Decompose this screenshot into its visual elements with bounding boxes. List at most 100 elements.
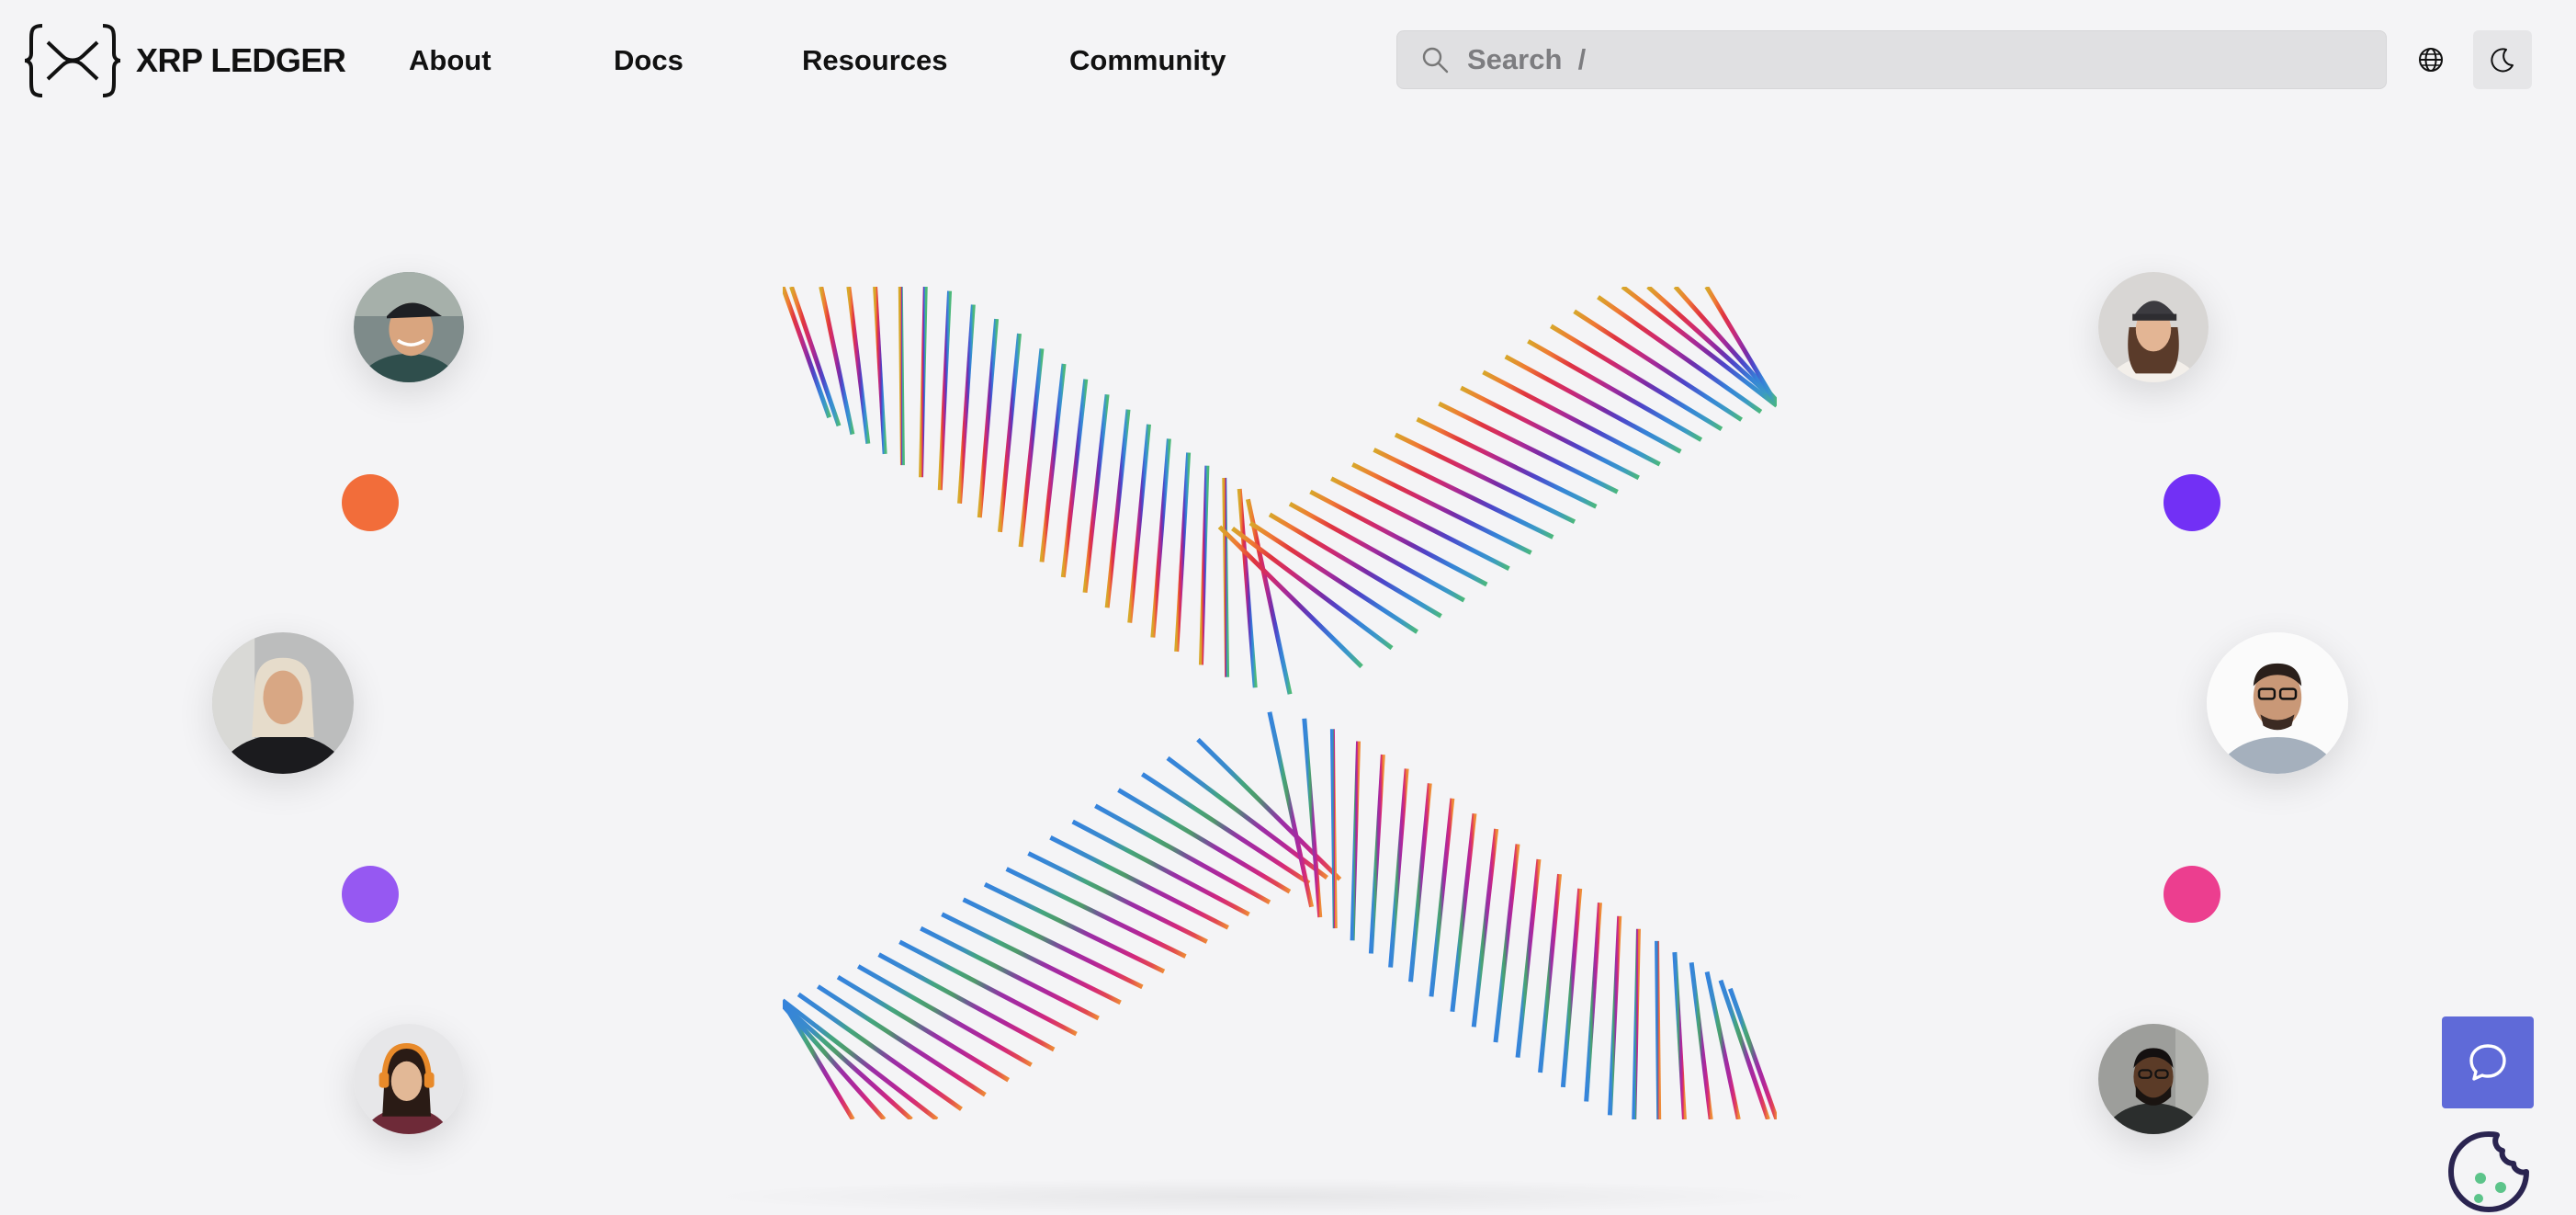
chat-bubble-icon [2469, 1044, 2506, 1081]
content-card-shadow [698, 1178, 1828, 1215]
x-graphic-stripe [1027, 851, 1208, 944]
site-logo[interactable]: XRP LEDGER [24, 22, 346, 99]
x-graphic-stripe [1071, 819, 1250, 917]
x-graphic-stripe [1060, 379, 1089, 578]
top-navigation: XRP LEDGER About Docs Resources Communit… [0, 0, 2576, 121]
x-graphic-stripe [1018, 348, 1045, 548]
globe-icon [2419, 48, 2443, 72]
nav-docs[interactable]: Docs [614, 40, 684, 81]
x-graphic-stripe [817, 984, 987, 1097]
search-icon [1422, 47, 1449, 74]
x-graphic-stripe [1408, 783, 1432, 982]
x-graphic-stripe [789, 287, 842, 427]
x-graphic-stripe [920, 925, 1100, 1021]
x-graphic-stripe [1150, 438, 1171, 638]
x-graphic-stripe [1607, 915, 1622, 1116]
x-graphic-stripe [1450, 813, 1477, 1013]
x-graphic-stripe [977, 318, 1000, 518]
language-button[interactable] [2401, 30, 2460, 89]
x-graphic-stripe [783, 1004, 887, 1119]
avatar-woman-beanie [2098, 272, 2209, 382]
x-graphic-stripe [1248, 521, 1418, 634]
avatar-woman-blonde [212, 632, 354, 774]
x-graphic-stripe [783, 287, 832, 419]
x-graphic-stripe [1373, 448, 1554, 539]
x-graphic-stripe [1368, 754, 1385, 954]
avatar-woman-headphones [354, 1024, 464, 1134]
avatar-man-glasses [2207, 632, 2348, 774]
x-graphic-stripe [997, 333, 1022, 533]
x-graphic-stripe [1094, 803, 1271, 904]
chat-button[interactable] [2442, 1016, 2534, 1108]
x-graphic-stripe [1632, 928, 1641, 1119]
x-graphic-stripe [1460, 385, 1640, 481]
avatar-man-beard [2098, 1024, 2209, 1134]
x-graphic-stripe [1416, 416, 1598, 509]
x-graphic-stripe [1394, 432, 1576, 524]
x-graphic-stripe [1198, 465, 1210, 665]
x-graphic-stripe [1350, 741, 1361, 941]
x-graphic-stripe [1471, 828, 1499, 1028]
x-graphic-stripe [1621, 287, 1777, 408]
nav-about[interactable]: About [409, 40, 491, 81]
nav-community[interactable]: Community [1069, 40, 1226, 81]
x-graphic-stripe [1718, 979, 1770, 1119]
x-graphic-stripe [873, 287, 887, 455]
x-graphic-stripe [1482, 369, 1661, 467]
x-graphic-stripe [1727, 987, 1777, 1119]
x-graphic-stripe [919, 287, 928, 478]
x-graphic-stripe [1527, 339, 1703, 442]
xrpl-bracket-x-icon [24, 24, 121, 97]
search-box[interactable] [1396, 30, 2387, 89]
x-graphic-stripe [1560, 888, 1583, 1088]
x-graphic-stripe [1141, 772, 1311, 885]
nav-resources[interactable]: Resources [802, 40, 948, 81]
theme-toggle-button[interactable] [2473, 30, 2532, 89]
moon-icon [2491, 48, 2514, 73]
x-graphic-stripe [1288, 502, 1465, 603]
x-graphic-stripe [1309, 489, 1488, 587]
decorative-dot-pink [2164, 866, 2220, 923]
x-graphic-stripe [856, 964, 1033, 1067]
x-graphic-stripe [1351, 462, 1532, 555]
x-graphic-stripe [1174, 452, 1192, 653]
x-graphic-stripe [1438, 401, 1619, 494]
x-graphic-stripe [1672, 951, 1687, 1119]
x-graphic-stripe [1655, 940, 1662, 1119]
x-graphic-stripe [1005, 867, 1187, 959]
x-graphic-stripe [898, 939, 1078, 1037]
x-graphic-stripe [1388, 768, 1409, 968]
x-graphic-stripe [937, 290, 953, 491]
x-graphic-stripe [1330, 476, 1510, 571]
x-graphic-stripe [1538, 873, 1563, 1073]
x-graphic-stripe [1573, 309, 1743, 422]
x-graphic-stripe [783, 998, 939, 1119]
x-graphic-stripe [1049, 835, 1229, 930]
x-graphic-stripe [1584, 902, 1602, 1102]
xrp-x-striped-graphic [783, 287, 1777, 1119]
decorative-dot-orange [342, 474, 399, 531]
x-graphic-stripe [898, 287, 905, 466]
x-graphic-stripe [877, 952, 1056, 1052]
x-graphic-stripe [957, 304, 976, 505]
x-graphic-stripe [941, 912, 1122, 1005]
x-graphic-stripe [1673, 287, 1777, 403]
x-graphic-stripe [1429, 798, 1455, 997]
x-graphic-stripe [983, 882, 1166, 974]
x-graphic-stripe [962, 897, 1144, 990]
search-input[interactable] [1465, 42, 2296, 77]
avatar-man-cap [354, 272, 464, 382]
x-graphic-stripe [1222, 477, 1230, 677]
cookie-icon[interactable] [2446, 1129, 2532, 1215]
x-graphic-stripe [1493, 844, 1520, 1043]
x-graphic-stripe [1504, 354, 1682, 454]
x-graphic-stripe [1127, 424, 1151, 623]
x-graphic-stripe [1082, 393, 1110, 593]
brand-name: XRP LEDGER [136, 41, 346, 79]
decorative-dot-violet [2164, 474, 2220, 531]
x-graphic-stripe [1104, 409, 1131, 608]
x-graphic-stripe [1039, 363, 1067, 562]
decorative-dot-purple [342, 866, 399, 923]
x-graphic-stripe [1329, 729, 1338, 929]
x-graphic-stripe [1515, 858, 1542, 1058]
